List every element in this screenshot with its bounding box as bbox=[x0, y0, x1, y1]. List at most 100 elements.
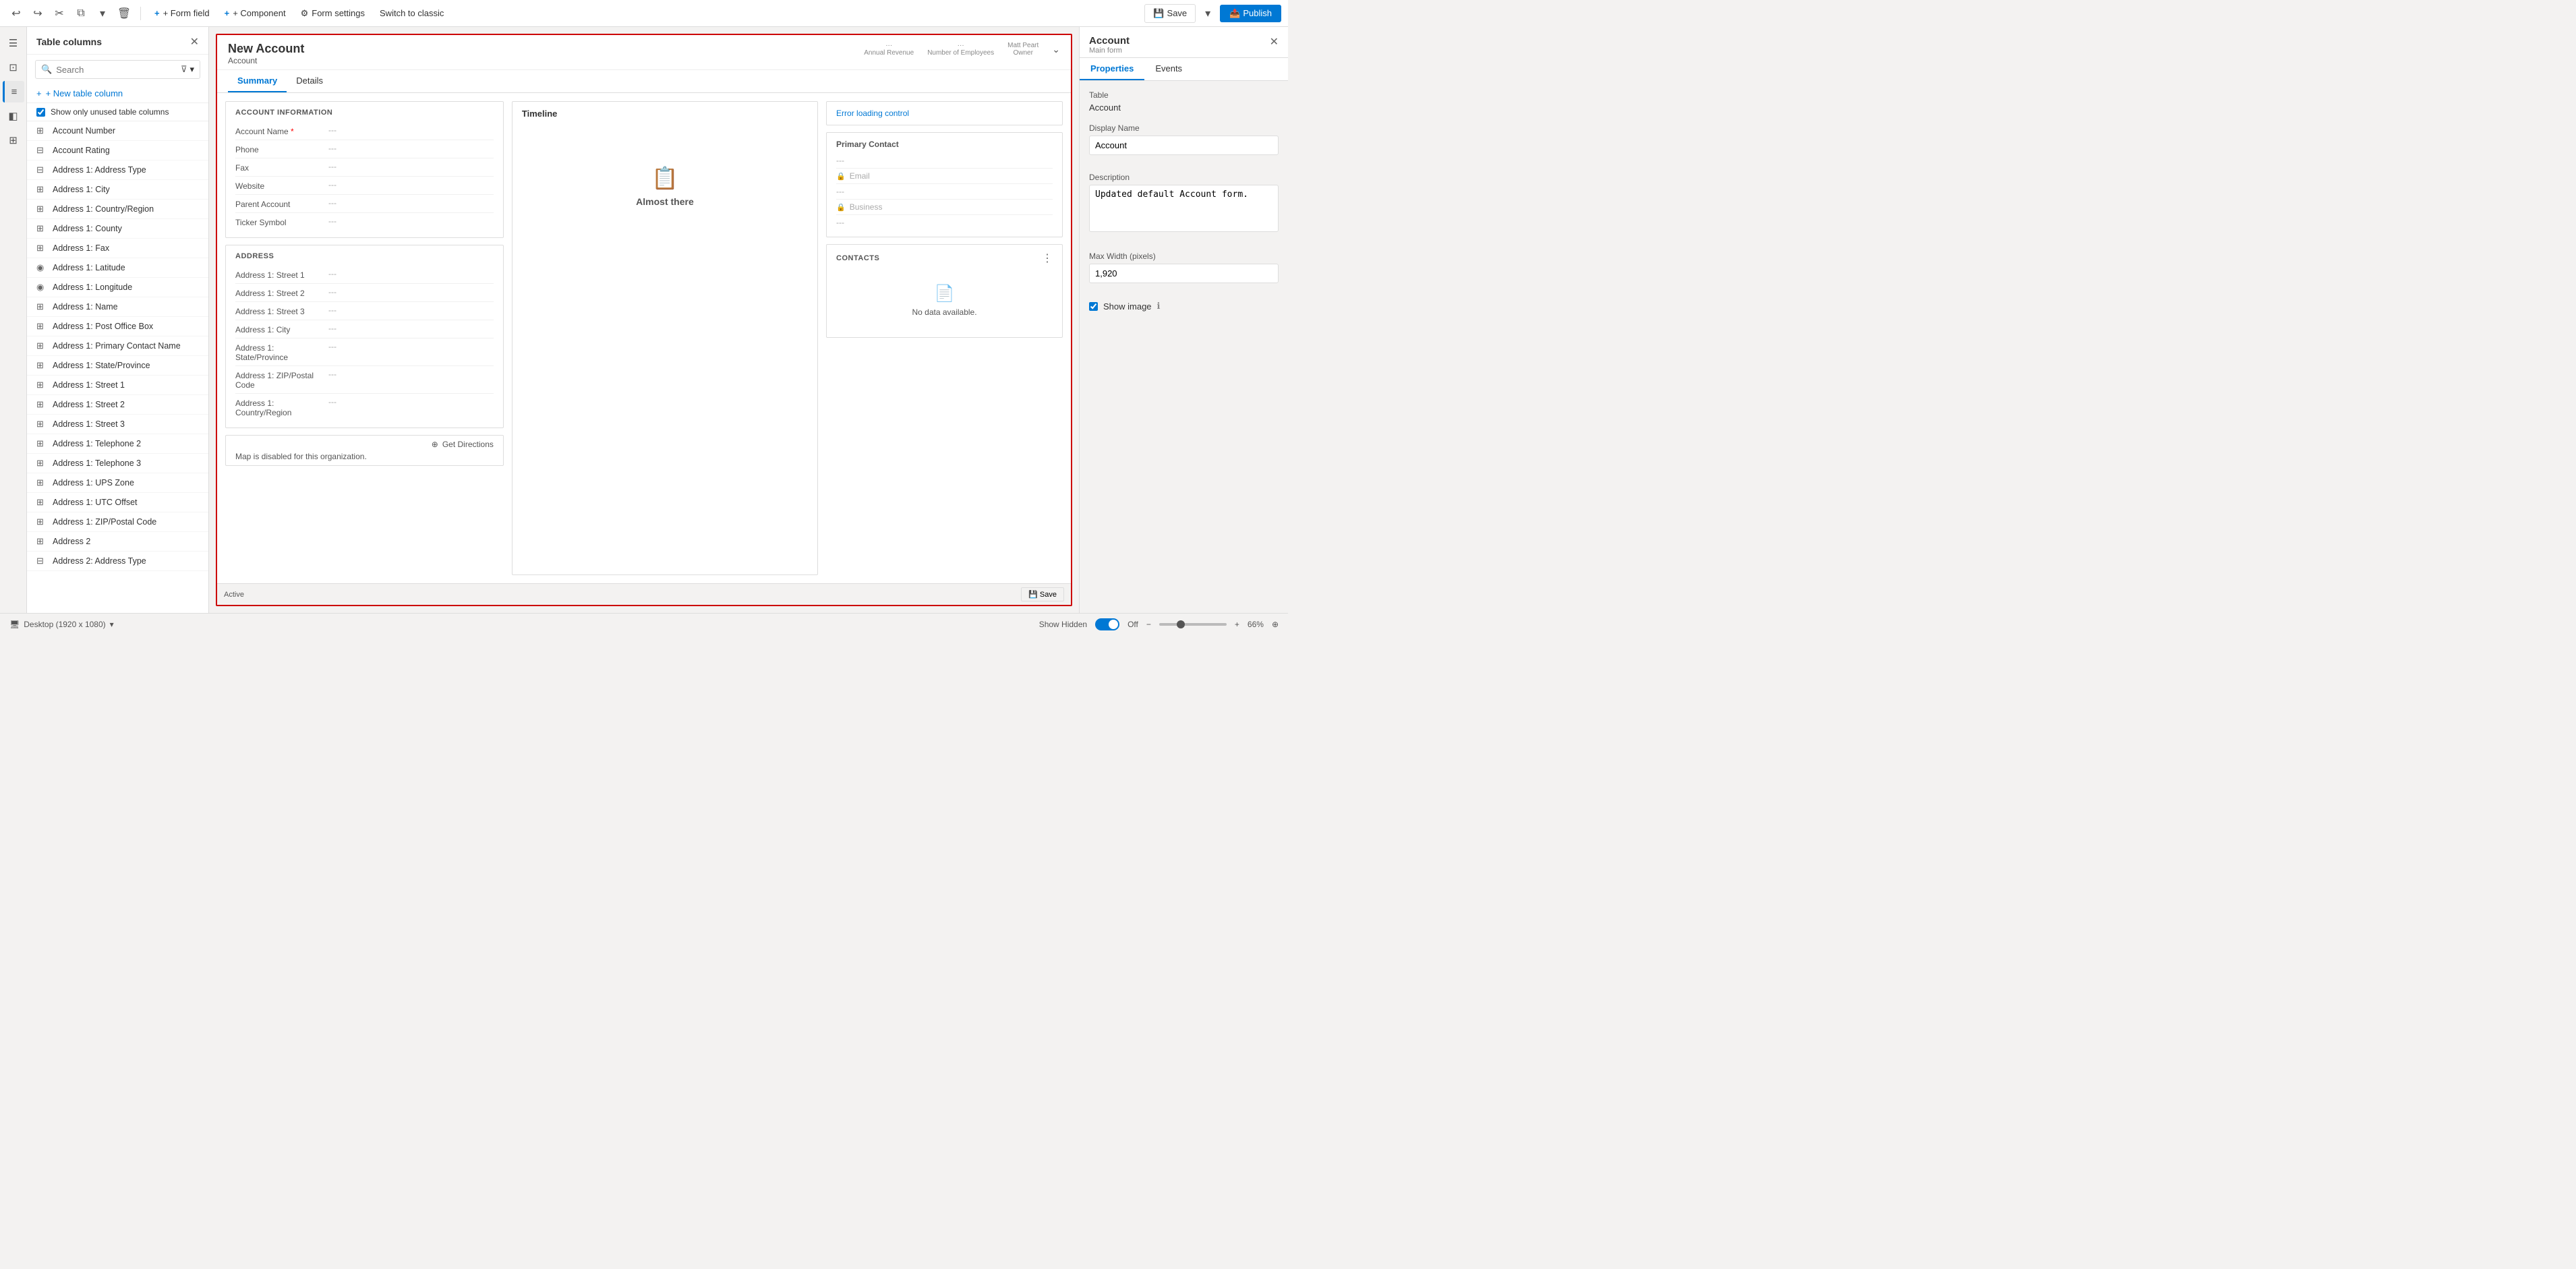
account-info-section: ACCOUNT INFORMATION Account Name *---Pho… bbox=[225, 101, 504, 238]
field-label: Address 1: Country/Region bbox=[235, 397, 323, 417]
search-filter: ⊽ ▾ bbox=[181, 64, 194, 75]
contacts-menu-button[interactable]: ⋮ bbox=[1042, 252, 1053, 265]
right-panel-close-button[interactable]: ✕ bbox=[1270, 35, 1279, 49]
desktop-icon: 🖥 bbox=[9, 620, 20, 629]
show-image-checkbox[interactable] bbox=[1089, 302, 1098, 311]
list-item[interactable]: ⊞Address 1: Country/Region bbox=[27, 200, 208, 219]
save-button[interactable]: 💾 Save bbox=[1144, 4, 1196, 23]
get-directions-label: Get Directions bbox=[442, 440, 494, 449]
list-item[interactable]: ⊞Address 1: Telephone 3 bbox=[27, 454, 208, 473]
col-type-icon: ⊞ bbox=[36, 380, 47, 390]
list-item[interactable]: ⊞Address 1: City bbox=[27, 180, 208, 200]
list-item[interactable]: ⊞ Address 1: UPS Zone bbox=[27, 473, 208, 493]
plus-icon: + bbox=[154, 8, 160, 18]
description-textarea[interactable]: Updated default Account form. bbox=[1089, 185, 1279, 232]
undo-button[interactable]: ↩ bbox=[7, 4, 26, 23]
list-item[interactable]: ⊞Address 1: Name bbox=[27, 297, 208, 317]
error-section[interactable]: Error loading control bbox=[826, 101, 1063, 125]
tab-properties[interactable]: Properties bbox=[1080, 58, 1144, 80]
list-item[interactable]: ⊟Address 2: Address Type bbox=[27, 552, 208, 571]
list-item[interactable]: ⊟Account Rating bbox=[27, 141, 208, 160]
list-item[interactable]: ⊞Address 1: UTC Offset bbox=[27, 493, 208, 512]
filter-dropdown-icon[interactable]: ▾ bbox=[189, 64, 194, 75]
list-item[interactable]: ⊞Address 1: Telephone 2 bbox=[27, 434, 208, 454]
sidebar-icon-menu[interactable]: ☰ bbox=[3, 32, 24, 54]
col-name: Address 1: Street 2 bbox=[53, 400, 125, 409]
list-item[interactable]: ⊞Address 1: County bbox=[27, 219, 208, 239]
list-item[interactable]: ⊞Address 2 bbox=[27, 532, 208, 552]
sidebar-icon-components[interactable]: ⊡ bbox=[3, 57, 24, 78]
field-value: --- bbox=[328, 370, 494, 379]
display-name-input[interactable] bbox=[1089, 136, 1279, 155]
col-type-icon: ⊞ bbox=[36, 477, 47, 488]
list-item[interactable]: ⊞Address 1: Post Office Box bbox=[27, 317, 208, 336]
list-item[interactable]: ⊞Address 1: Fax bbox=[27, 239, 208, 258]
list-item[interactable]: ◉Address 1: Longitude bbox=[27, 278, 208, 297]
zoom-slider[interactable] bbox=[1159, 623, 1227, 626]
form-canvas[interactable]: New Account Account ··· Annual Revenue ·… bbox=[216, 34, 1072, 606]
prop-display-name-section: Display Name bbox=[1089, 123, 1279, 162]
redo-button[interactable]: ↪ bbox=[28, 4, 47, 23]
tab-details[interactable]: Details bbox=[287, 70, 332, 92]
form-field-row: Address 1: Street 1--- bbox=[235, 266, 494, 284]
form-settings-button[interactable]: ⚙ Form settings bbox=[294, 5, 372, 22]
show-unused-checkbox[interactable] bbox=[36, 108, 45, 117]
list-item[interactable]: ⊞Account Number bbox=[27, 121, 208, 141]
right-panel-body: Table Account Display Name Description U… bbox=[1080, 81, 1288, 613]
canvas-area: New Account Account ··· Annual Revenue ·… bbox=[209, 27, 1079, 613]
list-item[interactable]: ⊞Address 1: Primary Contact Name bbox=[27, 336, 208, 356]
delete-button[interactable]: 🗑 bbox=[115, 4, 134, 23]
component-button[interactable]: + + Component bbox=[218, 5, 293, 21]
email-label: Email bbox=[850, 171, 870, 181]
sidebar-icon-columns[interactable]: ≡ bbox=[3, 81, 24, 102]
new-table-column-button[interactable]: + + New table column bbox=[27, 84, 208, 103]
search-icon: 🔍 bbox=[41, 64, 52, 75]
list-item[interactable]: ⊞Address 1: ZIP/Postal Code bbox=[27, 512, 208, 532]
col-type-icon: ⊞ bbox=[36, 301, 47, 312]
list-item[interactable]: ⊞Address 1: State/Province bbox=[27, 356, 208, 376]
save-dropdown-button[interactable]: ▾ bbox=[1198, 4, 1217, 23]
col-name: Address 1: ZIP/Postal Code bbox=[53, 517, 156, 527]
filter-icon[interactable]: ⊽ bbox=[181, 64, 187, 75]
col-name: Address 2: Address Type bbox=[53, 556, 146, 566]
list-item[interactable]: ◉Address 1: Latitude bbox=[27, 258, 208, 278]
header-field-owner[interactable]: Matt Peart Owner bbox=[1007, 42, 1038, 57]
desktop-dropdown-icon[interactable]: ▾ bbox=[110, 620, 114, 629]
zoom-plus-icon[interactable]: + bbox=[1235, 620, 1239, 629]
list-item[interactable]: ⊞Address 1: Street 3 bbox=[27, 415, 208, 434]
max-width-input[interactable] bbox=[1089, 264, 1279, 283]
col-name: Address 1: UPS Zone bbox=[53, 478, 134, 488]
address-section: ADDRESS Address 1: Street 1---Address 1:… bbox=[225, 245, 504, 428]
get-directions-button[interactable]: ⊕ Get Directions bbox=[235, 440, 494, 449]
show-hidden-toggle[interactable] bbox=[1095, 618, 1119, 630]
list-item[interactable]: ⊟Address 1: Address Type bbox=[27, 160, 208, 180]
component-label: + Component bbox=[233, 8, 285, 18]
form-field-button[interactable]: + + Form field bbox=[148, 5, 216, 21]
zoom-reset-icon[interactable]: ⊕ bbox=[1272, 620, 1279, 629]
paste-dropdown-button[interactable]: ▾ bbox=[93, 4, 112, 23]
sidebar-icon-settings[interactable]: ⊞ bbox=[3, 129, 24, 151]
right-panel-subtitle: Main form bbox=[1089, 47, 1130, 55]
search-input[interactable] bbox=[56, 65, 177, 75]
switch-classic-label: Switch to classic bbox=[380, 8, 444, 18]
cut-button[interactable]: ✂ bbox=[50, 4, 69, 23]
tab-events[interactable]: Events bbox=[1144, 58, 1193, 80]
switch-classic-button[interactable]: Switch to classic bbox=[373, 5, 450, 21]
field-value: --- bbox=[328, 125, 494, 135]
field-label: Ticker Symbol bbox=[235, 216, 323, 227]
list-item[interactable]: ⊞Address 1: Street 1 bbox=[27, 376, 208, 395]
field-label: Phone bbox=[235, 144, 323, 154]
header-expand-button[interactable]: ⌄ bbox=[1052, 44, 1060, 55]
col-name: Address 1: City bbox=[53, 185, 110, 194]
form-field-row: Address 1: Street 2--- bbox=[235, 284, 494, 302]
email-icon: 🔒 bbox=[836, 172, 846, 181]
tab-summary[interactable]: Summary bbox=[228, 70, 287, 92]
toolbar-separator bbox=[140, 7, 141, 20]
zoom-minus-icon[interactable]: − bbox=[1146, 620, 1151, 629]
footer-save-button[interactable]: 💾 Save bbox=[1021, 587, 1064, 601]
copy-button[interactable]: ⧉ bbox=[71, 4, 90, 23]
sidebar-close-button[interactable]: ✕ bbox=[190, 35, 199, 49]
list-item[interactable]: ⊞Address 1: Street 2 bbox=[27, 395, 208, 415]
sidebar-icon-layers[interactable]: ◧ bbox=[3, 105, 24, 127]
publish-button[interactable]: 📤 Publish bbox=[1220, 5, 1281, 22]
